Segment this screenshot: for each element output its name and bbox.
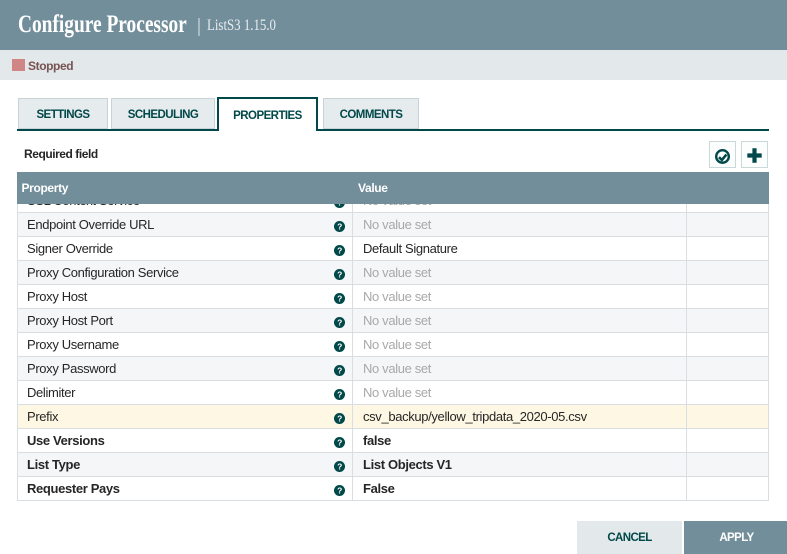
svg-text:?: ? [337, 318, 342, 328]
svg-text:?: ? [337, 390, 342, 400]
svg-text:?: ? [337, 366, 342, 376]
svg-text:?: ? [337, 438, 342, 448]
svg-text:?: ? [337, 342, 342, 352]
svg-text:?: ? [337, 204, 342, 208]
svg-text:?: ? [337, 486, 342, 496]
svg-text:?: ? [337, 462, 342, 472]
svg-text:?: ? [337, 222, 342, 232]
svg-text:?: ? [337, 414, 342, 424]
svg-text:?: ? [337, 294, 342, 304]
svg-text:?: ? [337, 270, 342, 280]
svg-text:?: ? [337, 246, 342, 256]
